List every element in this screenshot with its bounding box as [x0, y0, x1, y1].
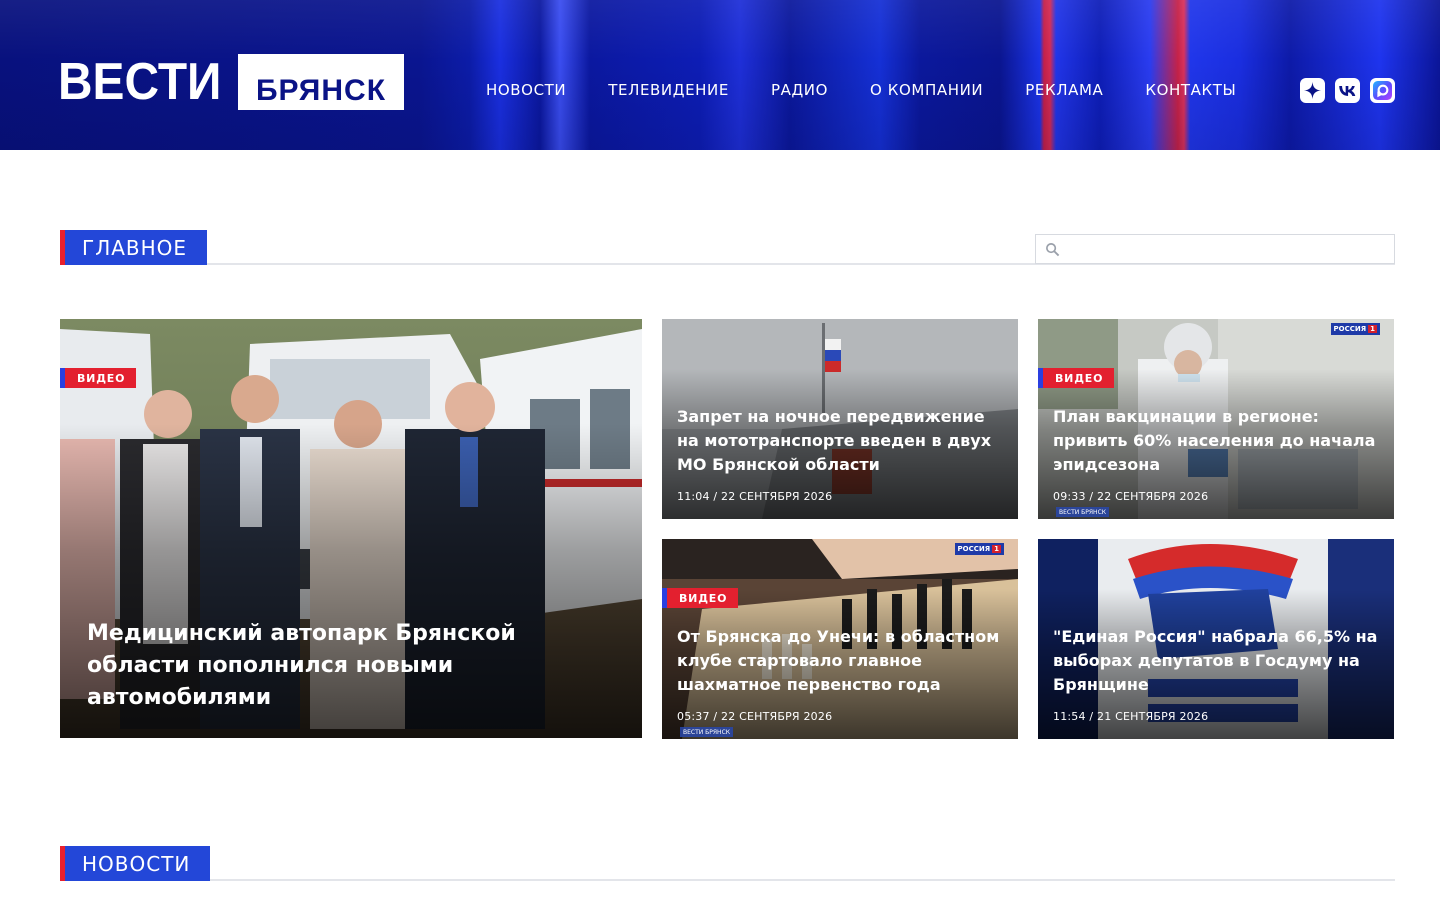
section-title-news: НОВОСТИ: [60, 846, 211, 881]
vesti-watermark: ВЕСТИ БРЯНСК: [680, 727, 734, 737]
news-card-date: 11:54 / 21 СЕНТЯБРЯ 2026: [1053, 710, 1209, 723]
vesti-watermark: ВЕСТИ БРЯНСК: [1056, 507, 1110, 517]
nav-item-ads[interactable]: РЕКЛАМА: [1025, 80, 1103, 100]
section-title-main: ГЛАВНОЕ: [60, 230, 208, 265]
social-links: [1300, 78, 1395, 103]
featured-title[interactable]: Медицинский автопарк Брянской области по…: [87, 618, 622, 714]
search-box[interactable]: [1035, 234, 1395, 264]
channel-logo: РОССИЯ 1: [1330, 323, 1380, 335]
site-logo[interactable]: ВЕСТИ БРЯНСК: [58, 54, 404, 110]
news-card-date: 09:33 / 22 СЕНТЯБРЯ 2026: [1053, 490, 1209, 503]
news-card[interactable]: РОССИЯ 1 ВИДЕО План вакцинации в регионе:…: [1038, 319, 1394, 519]
section-heading-news: НОВОСТИ: [60, 846, 1395, 881]
search-input[interactable]: [1064, 235, 1389, 263]
news-card-title[interactable]: Запрет на ночное передвижение на мототра…: [677, 405, 1004, 477]
main-nav: НОВОСТИ ТЕЛЕВИДЕНИЕ РАДИО О КОМПАНИИ РЕК…: [486, 80, 1278, 100]
nav-item-contacts[interactable]: КОНТАКТЫ: [1145, 80, 1236, 100]
nav-item-about[interactable]: О КОМПАНИИ: [870, 80, 983, 100]
news-card[interactable]: Запрет на ночное передвижение на мототра…: [662, 319, 1018, 519]
news-card[interactable]: РОССИЯ 1 ВИДЕО От Брянска до Унечи: в обл…: [662, 539, 1018, 739]
max-messenger-icon[interactable]: [1370, 78, 1395, 103]
search-icon: [1045, 242, 1060, 261]
news-card-date: 05:37 / 22 СЕНТЯБРЯ 2026: [677, 710, 833, 723]
video-badge: ВИДЕО: [662, 588, 739, 608]
logo-vesti-text: ВЕСТИ: [58, 53, 222, 111]
video-badge: ВИДЕО: [60, 368, 137, 388]
vk-icon[interactable]: [1335, 78, 1360, 103]
news-card-title[interactable]: От Брянска до Унечи: в областном клубе с…: [677, 625, 1004, 697]
video-badge: ВИДЕО: [1038, 368, 1115, 388]
logo-city-text: БРЯНСК: [238, 54, 404, 110]
channel-logo: РОССИЯ 1: [954, 543, 1004, 555]
featured-news-card[interactable]: ВИДЕО Медицинский автопарк Брянской обла…: [60, 319, 642, 738]
dzen-icon[interactable]: [1300, 78, 1325, 103]
news-card-date: 11:04 / 22 СЕНТЯБРЯ 2026: [677, 490, 833, 503]
nav-item-radio[interactable]: РАДИО: [771, 80, 828, 100]
nav-item-tv[interactable]: ТЕЛЕВИДЕНИЕ: [608, 80, 729, 100]
site-header: ВЕСТИ БРЯНСК НОВОСТИ ТЕЛЕВИДЕНИЕ РАДИО О…: [0, 0, 1440, 150]
news-card-title[interactable]: "Единая Россия" набрала 66,5% на выборах…: [1053, 625, 1380, 697]
nav-item-news[interactable]: НОВОСТИ: [486, 80, 566, 100]
news-card-title[interactable]: План вакцинации в регионе: привить 60% н…: [1053, 405, 1380, 477]
news-card[interactable]: "Единая Россия" набрала 66,5% на выборах…: [1038, 539, 1394, 739]
